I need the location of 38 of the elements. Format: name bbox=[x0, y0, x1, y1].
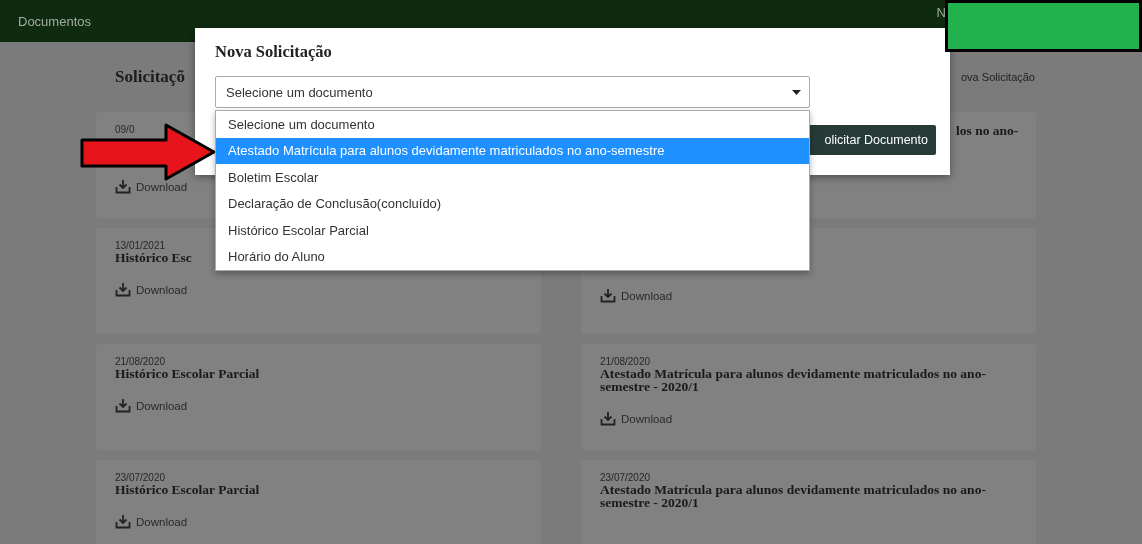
dropdown-option[interactable]: Histórico Escolar Parcial bbox=[216, 217, 809, 244]
download-icon bbox=[600, 288, 616, 303]
download-link[interactable]: Download bbox=[115, 179, 188, 194]
new-request-link[interactable]: ova Solicitação bbox=[961, 71, 1035, 83]
download-link[interactable]: Download bbox=[115, 398, 188, 413]
dropdown-option[interactable]: Horário do Aluno bbox=[216, 243, 809, 270]
download-link[interactable]: Download bbox=[600, 288, 673, 303]
document-date: 13/01/2021 bbox=[115, 240, 166, 251]
download-icon bbox=[115, 179, 131, 194]
document-title: Atestado Matrícula para alunos devidamente matriculados no ano-semestre - 2020/1 bbox=[600, 483, 987, 509]
download-link[interactable]: Download bbox=[115, 282, 188, 297]
document-select[interactable]: Selecione um documento bbox=[215, 76, 810, 108]
download-icon bbox=[600, 411, 616, 426]
document-date: 23/07/2020 bbox=[115, 472, 166, 483]
document-date: 23/07/2020 bbox=[600, 472, 651, 483]
document-date: 09/0 bbox=[115, 124, 135, 135]
download-icon bbox=[115, 514, 131, 529]
document-title: Histórico Escolar Parcial bbox=[115, 483, 260, 496]
download-link[interactable]: Download bbox=[600, 411, 673, 426]
dropdown-option[interactable]: Boletim Escolar bbox=[216, 164, 809, 191]
document-date: 21/08/2020 bbox=[600, 356, 651, 367]
document-date: 21/08/2020 bbox=[115, 356, 166, 367]
document-title: los no ano- bbox=[956, 124, 1019, 137]
page-title: Solicitaçõ bbox=[115, 67, 185, 87]
dialog-title: Nova Solicitação bbox=[215, 42, 333, 62]
download-icon bbox=[115, 282, 131, 297]
caret-icon bbox=[792, 89, 801, 95]
app-title: Documentos bbox=[18, 13, 91, 29]
document-title: Atestado Matrícula para alunos devidamente matriculados no ano-semestre - 2020/1 bbox=[600, 367, 987, 393]
dropdown-option[interactable]: Selecione um documento bbox=[216, 111, 809, 138]
download-icon bbox=[115, 398, 131, 413]
user-name: N bbox=[936, 4, 946, 20]
dropdown-option[interactable]: Declaração de Conclusão(concluído) bbox=[216, 190, 809, 217]
document-title: Histórico Esc bbox=[115, 251, 192, 264]
download-link[interactable]: Download bbox=[115, 514, 188, 529]
dropdown-option[interactable]: Atestado Matrícula para alunos devidamente matriculados no ano-semestre bbox=[216, 137, 809, 164]
document-title: Histórico Escolar Parcial bbox=[115, 367, 260, 380]
arrow-icon bbox=[80, 123, 216, 181]
